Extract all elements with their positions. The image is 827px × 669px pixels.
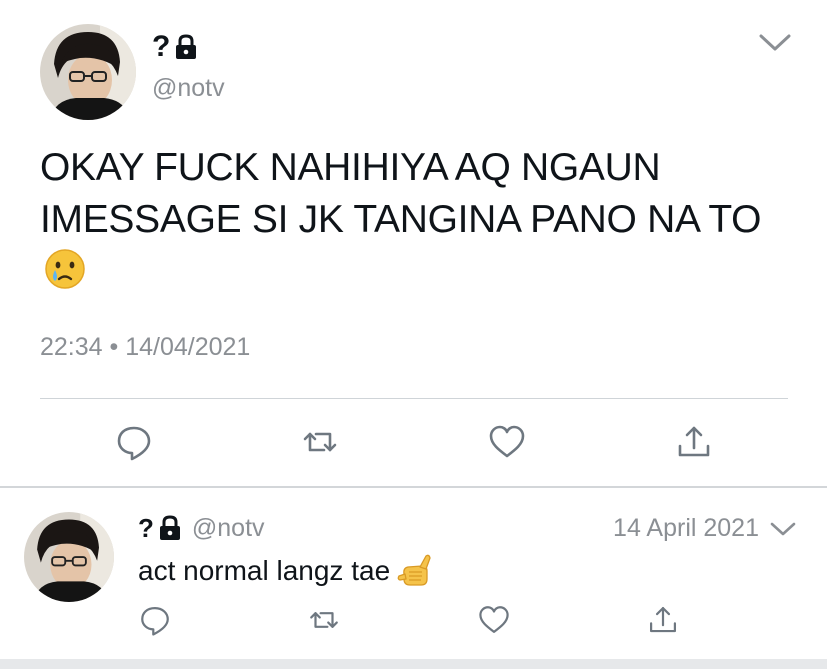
retweet-icon[interactable] — [300, 422, 340, 462]
lock-icon — [176, 34, 197, 59]
call-me-hand-emoji — [396, 552, 434, 590]
reply-header: ? @notv — [138, 512, 265, 544]
share-icon[interactable] — [674, 422, 714, 462]
reply-icon[interactable] — [114, 422, 154, 462]
like-icon[interactable] — [487, 422, 527, 462]
bottom-bar — [0, 659, 827, 669]
tweet-text: OKAY FUCK NAHIHIYA AQ NGAUN IMESSAGE SI … — [40, 142, 800, 298]
reply-text: act normal langz tae — [138, 552, 434, 590]
tweet-timestamp: 22:34 • 14/04/2021 — [40, 333, 251, 361]
reply-avatar[interactable] — [24, 512, 114, 602]
handle[interactable]: @notv — [152, 74, 225, 103]
reply-handle[interactable]: @notv — [192, 512, 265, 544]
chevron-down-icon[interactable] — [769, 520, 797, 538]
reply-text-content: act normal langz tae — [138, 555, 391, 586]
reply-display-name[interactable]: ? — [138, 512, 154, 544]
retweet-icon[interactable] — [307, 603, 341, 637]
share-icon[interactable] — [646, 603, 680, 637]
tweet-text-content: OKAY FUCK NAHIHIYA AQ NGAUN IMESSAGE SI … — [40, 146, 762, 241]
lock-icon — [159, 515, 180, 540]
section-divider — [0, 486, 827, 488]
display-name-text: ? — [152, 30, 171, 63]
chevron-down-icon[interactable] — [757, 30, 793, 54]
avatar[interactable] — [40, 24, 136, 120]
reply-date[interactable]: 14 April 2021 — [613, 514, 759, 543]
reply-icon[interactable] — [138, 603, 172, 637]
crying-face-emoji — [44, 248, 86, 290]
display-name[interactable]: ? — [152, 30, 198, 64]
divider — [40, 398, 788, 399]
like-icon[interactable] — [477, 603, 511, 637]
